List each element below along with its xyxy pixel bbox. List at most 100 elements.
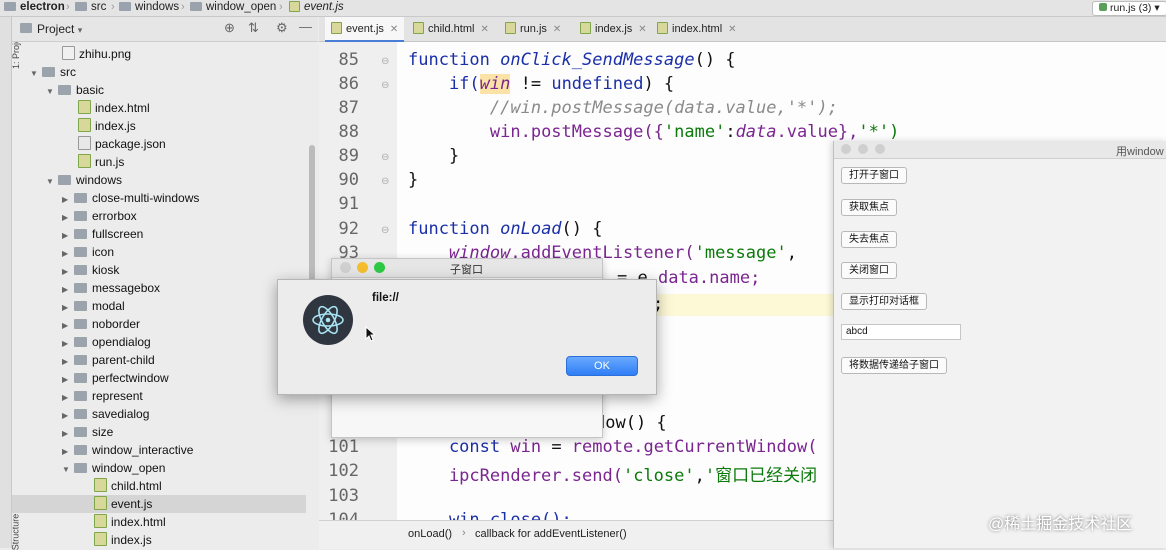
- line-number: 86: [338, 74, 359, 94]
- tree-item-label: src: [60, 65, 76, 79]
- tree-item-folder[interactable]: ▶ messagebox: [62, 279, 160, 297]
- target-icon[interactable]: ⊕: [224, 20, 235, 36]
- project-view-selector[interactable]: Project ▾: [37, 22, 82, 36]
- window-titlebar[interactable]: 子窗口: [332, 259, 602, 278]
- code-token: 'close': [622, 466, 695, 486]
- tree-item-basic-index-html[interactable]: index.html: [78, 99, 150, 117]
- code-comment: //win.postMessage(data.value,'*');: [408, 98, 838, 118]
- tree-item-basic-index-js[interactable]: index.js: [78, 117, 136, 135]
- close-icon[interactable]: ✕: [728, 24, 736, 35]
- tree-item-folder[interactable]: ▶ errorbox: [62, 207, 137, 225]
- ok-button[interactable]: OK: [566, 356, 638, 376]
- fold-marker-icon[interactable]: ⊖: [381, 56, 389, 67]
- show-print-dialog-button[interactable]: 显示打印对话框: [841, 293, 927, 310]
- tab-run-js[interactable]: run.js ✕: [499, 17, 567, 41]
- navigation-bar: electron › src › windows › window_open ›…: [0, 0, 1166, 17]
- line-number: 85: [338, 50, 359, 70]
- window-titlebar[interactable]: 用window: [834, 141, 1166, 159]
- expanded-arrow-icon[interactable]: ▼: [62, 461, 70, 479]
- js-file-icon: [505, 22, 516, 34]
- blur-button[interactable]: 失去焦点: [841, 231, 897, 248]
- fold-marker-icon[interactable]: ⊖: [381, 225, 389, 236]
- tree-item-folder[interactable]: ▶ size: [62, 423, 113, 441]
- tab-event-js[interactable]: event.js ✕: [325, 17, 405, 42]
- focus-button[interactable]: 获取焦点: [841, 199, 897, 216]
- zoom-window-icon[interactable]: [875, 144, 885, 154]
- message-input[interactable]: abcd: [841, 324, 961, 340]
- minimize-icon[interactable]: —: [299, 19, 312, 34]
- expanded-arrow-icon[interactable]: ▼: [46, 173, 54, 191]
- breadcrumb-label: windows: [135, 1, 180, 13]
- tree-item-folder[interactable]: ▶ parent-child: [62, 351, 155, 369]
- tree-item-index-html[interactable]: index.html: [94, 513, 166, 531]
- tree-item-folder[interactable]: ▶ window_interactive: [62, 441, 193, 459]
- tree-item-folder[interactable]: ▶ noborder: [62, 315, 140, 333]
- zoom-window-icon[interactable]: [374, 262, 385, 273]
- minimize-window-icon[interactable]: [357, 262, 368, 273]
- fold-marker-icon[interactable]: ⊖: [381, 176, 389, 187]
- breadcrumb-windows[interactable]: windows: [119, 1, 179, 13]
- minimize-window-icon[interactable]: [858, 144, 868, 154]
- code-token: const: [408, 437, 511, 457]
- fold-marker-icon[interactable]: ⊖: [381, 80, 389, 91]
- code-token: 'name': [663, 122, 726, 142]
- code-line-104: win.close();: [408, 510, 572, 520]
- tree-item-zhihu-png[interactable]: zhihu.png: [62, 45, 131, 63]
- code-breadcrumb-item[interactable]: onLoad(): [408, 528, 452, 540]
- tree-item-child-html[interactable]: child.html: [94, 477, 162, 495]
- js-file-icon: [94, 496, 107, 510]
- open-child-window-button[interactable]: 打开子窗口: [841, 167, 907, 184]
- tree-item-package-json[interactable]: package.json: [78, 135, 166, 153]
- breadcrumb-label: window_open: [206, 1, 277, 13]
- tree-item-label: package.json: [95, 137, 166, 151]
- breadcrumb-src[interactable]: src: [75, 1, 106, 13]
- js-file-icon: [580, 22, 591, 34]
- collapse-all-icon[interactable]: ⇅: [248, 20, 259, 36]
- breadcrumb-project[interactable]: electron: [4, 1, 65, 13]
- tree-item-folder[interactable]: ▶ perfectwindow: [62, 369, 169, 387]
- code-breadcrumb-item[interactable]: callback for addEventListener(): [475, 528, 627, 540]
- folder-icon: [74, 319, 87, 329]
- run-config-selector[interactable]: run.js (3) ▾: [1092, 1, 1166, 16]
- app-window: 用window 打开子窗口 获取焦点 失去焦点 关闭窗口 显示打印对话框 abc…: [833, 141, 1166, 548]
- tree-item-folder[interactable]: ▶ fullscreen: [62, 225, 143, 243]
- folder-icon: [74, 391, 87, 401]
- code-token: remote: [571, 437, 634, 457]
- tree-item-label: represent: [92, 389, 143, 403]
- project-panel-header: Project ▾ ⊕ ⇅ ⚙ —: [12, 17, 318, 42]
- tree-item-folder[interactable]: ▶ close-multi-windows: [62, 189, 199, 207]
- tree-item-folder[interactable]: ▶ savedialog: [62, 405, 149, 423]
- tree-item-window-open[interactable]: ▼ window_open: [62, 459, 165, 477]
- close-icon[interactable]: ✕: [553, 24, 561, 35]
- breadcrumb-event-js[interactable]: event.js: [289, 1, 344, 13]
- tree-item-index-js[interactable]: index.js: [94, 531, 152, 548]
- tab-index-html[interactable]: index.html ✕: [651, 17, 743, 41]
- tab-child-html[interactable]: child.html ✕: [407, 17, 495, 41]
- close-icon[interactable]: ✕: [638, 24, 646, 35]
- tree-item-folder[interactable]: ▶ modal: [62, 297, 125, 315]
- close-window-icon[interactable]: [841, 144, 851, 154]
- tree-item-windows[interactable]: ▼ windows: [46, 171, 122, 189]
- tree-item-folder[interactable]: ▶ represent: [62, 387, 143, 405]
- tree-item-label: messagebox: [92, 281, 161, 295]
- tree-item-label: errorbox: [92, 209, 137, 223]
- tree-item-run-js[interactable]: run.js: [78, 153, 124, 171]
- expanded-arrow-icon[interactable]: ▼: [46, 83, 54, 101]
- close-icon[interactable]: ✕: [390, 24, 398, 35]
- tab-index-js[interactable]: index.js ✕: [574, 17, 653, 41]
- tree-item-event-js[interactable]: event.js: [94, 495, 152, 513]
- gear-icon[interactable]: ⚙: [276, 20, 288, 36]
- tree-item-folder[interactable]: ▶ icon: [62, 243, 114, 261]
- folder-icon: [74, 283, 87, 293]
- breadcrumb-window-open[interactable]: window_open: [190, 1, 276, 13]
- tree-item-folder[interactable]: ▶ opendialog: [62, 333, 151, 351]
- close-window-button[interactable]: 关闭窗口: [841, 262, 897, 279]
- tree-item-folder[interactable]: ▶ kiosk: [62, 261, 119, 279]
- close-icon[interactable]: ✕: [480, 24, 488, 35]
- tree-item-src[interactable]: ▼ src: [30, 63, 76, 81]
- tree-item-basic[interactable]: ▼ basic: [46, 81, 104, 99]
- fold-marker-icon[interactable]: ⊖: [381, 152, 389, 163]
- send-data-to-child-button[interactable]: 将数据传递给子窗口: [841, 357, 947, 374]
- close-window-icon[interactable]: [340, 262, 351, 273]
- expanded-arrow-icon[interactable]: ▼: [30, 65, 38, 83]
